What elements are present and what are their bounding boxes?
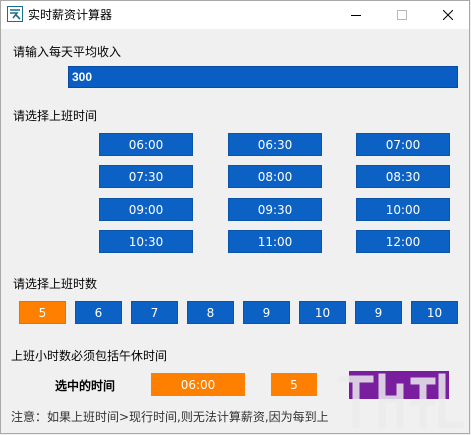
window-title: 实时薪资计算器 <box>28 8 113 22</box>
minimize-button[interactable] <box>333 1 379 29</box>
income-input[interactable] <box>68 66 458 88</box>
time-button-1100[interactable]: 11:00 <box>228 230 322 253</box>
app-logo-icon <box>7 6 23 22</box>
time-button-0600[interactable]: 06:00 <box>99 133 193 156</box>
time-button-0830[interactable]: 08:30 <box>356 165 450 188</box>
time-button-0700[interactable]: 07:00 <box>356 133 450 156</box>
hours-button-6[interactable]: 10 <box>299 301 346 324</box>
selected-hours-display: 5 <box>271 373 317 396</box>
hours-button-7[interactable]: 9 <box>355 301 402 324</box>
time-button-1000[interactable]: 10:00 <box>356 198 450 221</box>
hours-button-3[interactable]: 7 <box>131 301 178 324</box>
time-button-0900[interactable]: 09:00 <box>99 198 193 221</box>
selected-summary-label: 选中的时间 <box>55 379 116 393</box>
selected-time-display: 06:00 <box>151 373 245 396</box>
hours-button-2[interactable]: 6 <box>75 301 122 324</box>
hours-button-8[interactable]: 10 <box>411 301 458 324</box>
time-button-0930[interactable]: 09:30 <box>228 198 322 221</box>
note-text: 注意：如果上班时间>现行时间,则无法计算薪资,因为每到上 <box>11 410 329 424</box>
calculate-button[interactable] <box>349 371 449 399</box>
hours-button-5[interactable]: 9 <box>243 301 290 324</box>
time-button-0630[interactable]: 06:30 <box>228 133 322 156</box>
close-button[interactable] <box>425 1 471 29</box>
hours-button-4[interactable]: 8 <box>187 301 234 324</box>
maximize-button[interactable] <box>379 1 425 29</box>
time-button-0730[interactable]: 07:30 <box>99 165 193 188</box>
time-button-1200[interactable]: 12:00 <box>356 230 450 253</box>
time-button-0800[interactable]: 08:00 <box>228 165 322 188</box>
time-button-1030[interactable]: 10:30 <box>99 230 193 253</box>
start-time-label: 请选择上班时间 <box>13 109 98 123</box>
title-bar[interactable]: 实时薪资计算器 <box>1 1 469 29</box>
hours-label: 请选择上班时数 <box>13 277 98 291</box>
minimize-icon <box>351 15 361 16</box>
maximize-icon <box>397 10 407 20</box>
close-icon <box>443 10 453 20</box>
income-label: 请输入每天平均收入 <box>13 45 122 59</box>
app-window: 实时薪资计算器 请输入每天平均收入 请选择上班时间 06:00 06:30 07… <box>0 0 470 434</box>
hours-note: 上班小时数必须包括午休时间 <box>11 349 168 363</box>
hours-button-1[interactable]: 5 <box>19 301 66 324</box>
